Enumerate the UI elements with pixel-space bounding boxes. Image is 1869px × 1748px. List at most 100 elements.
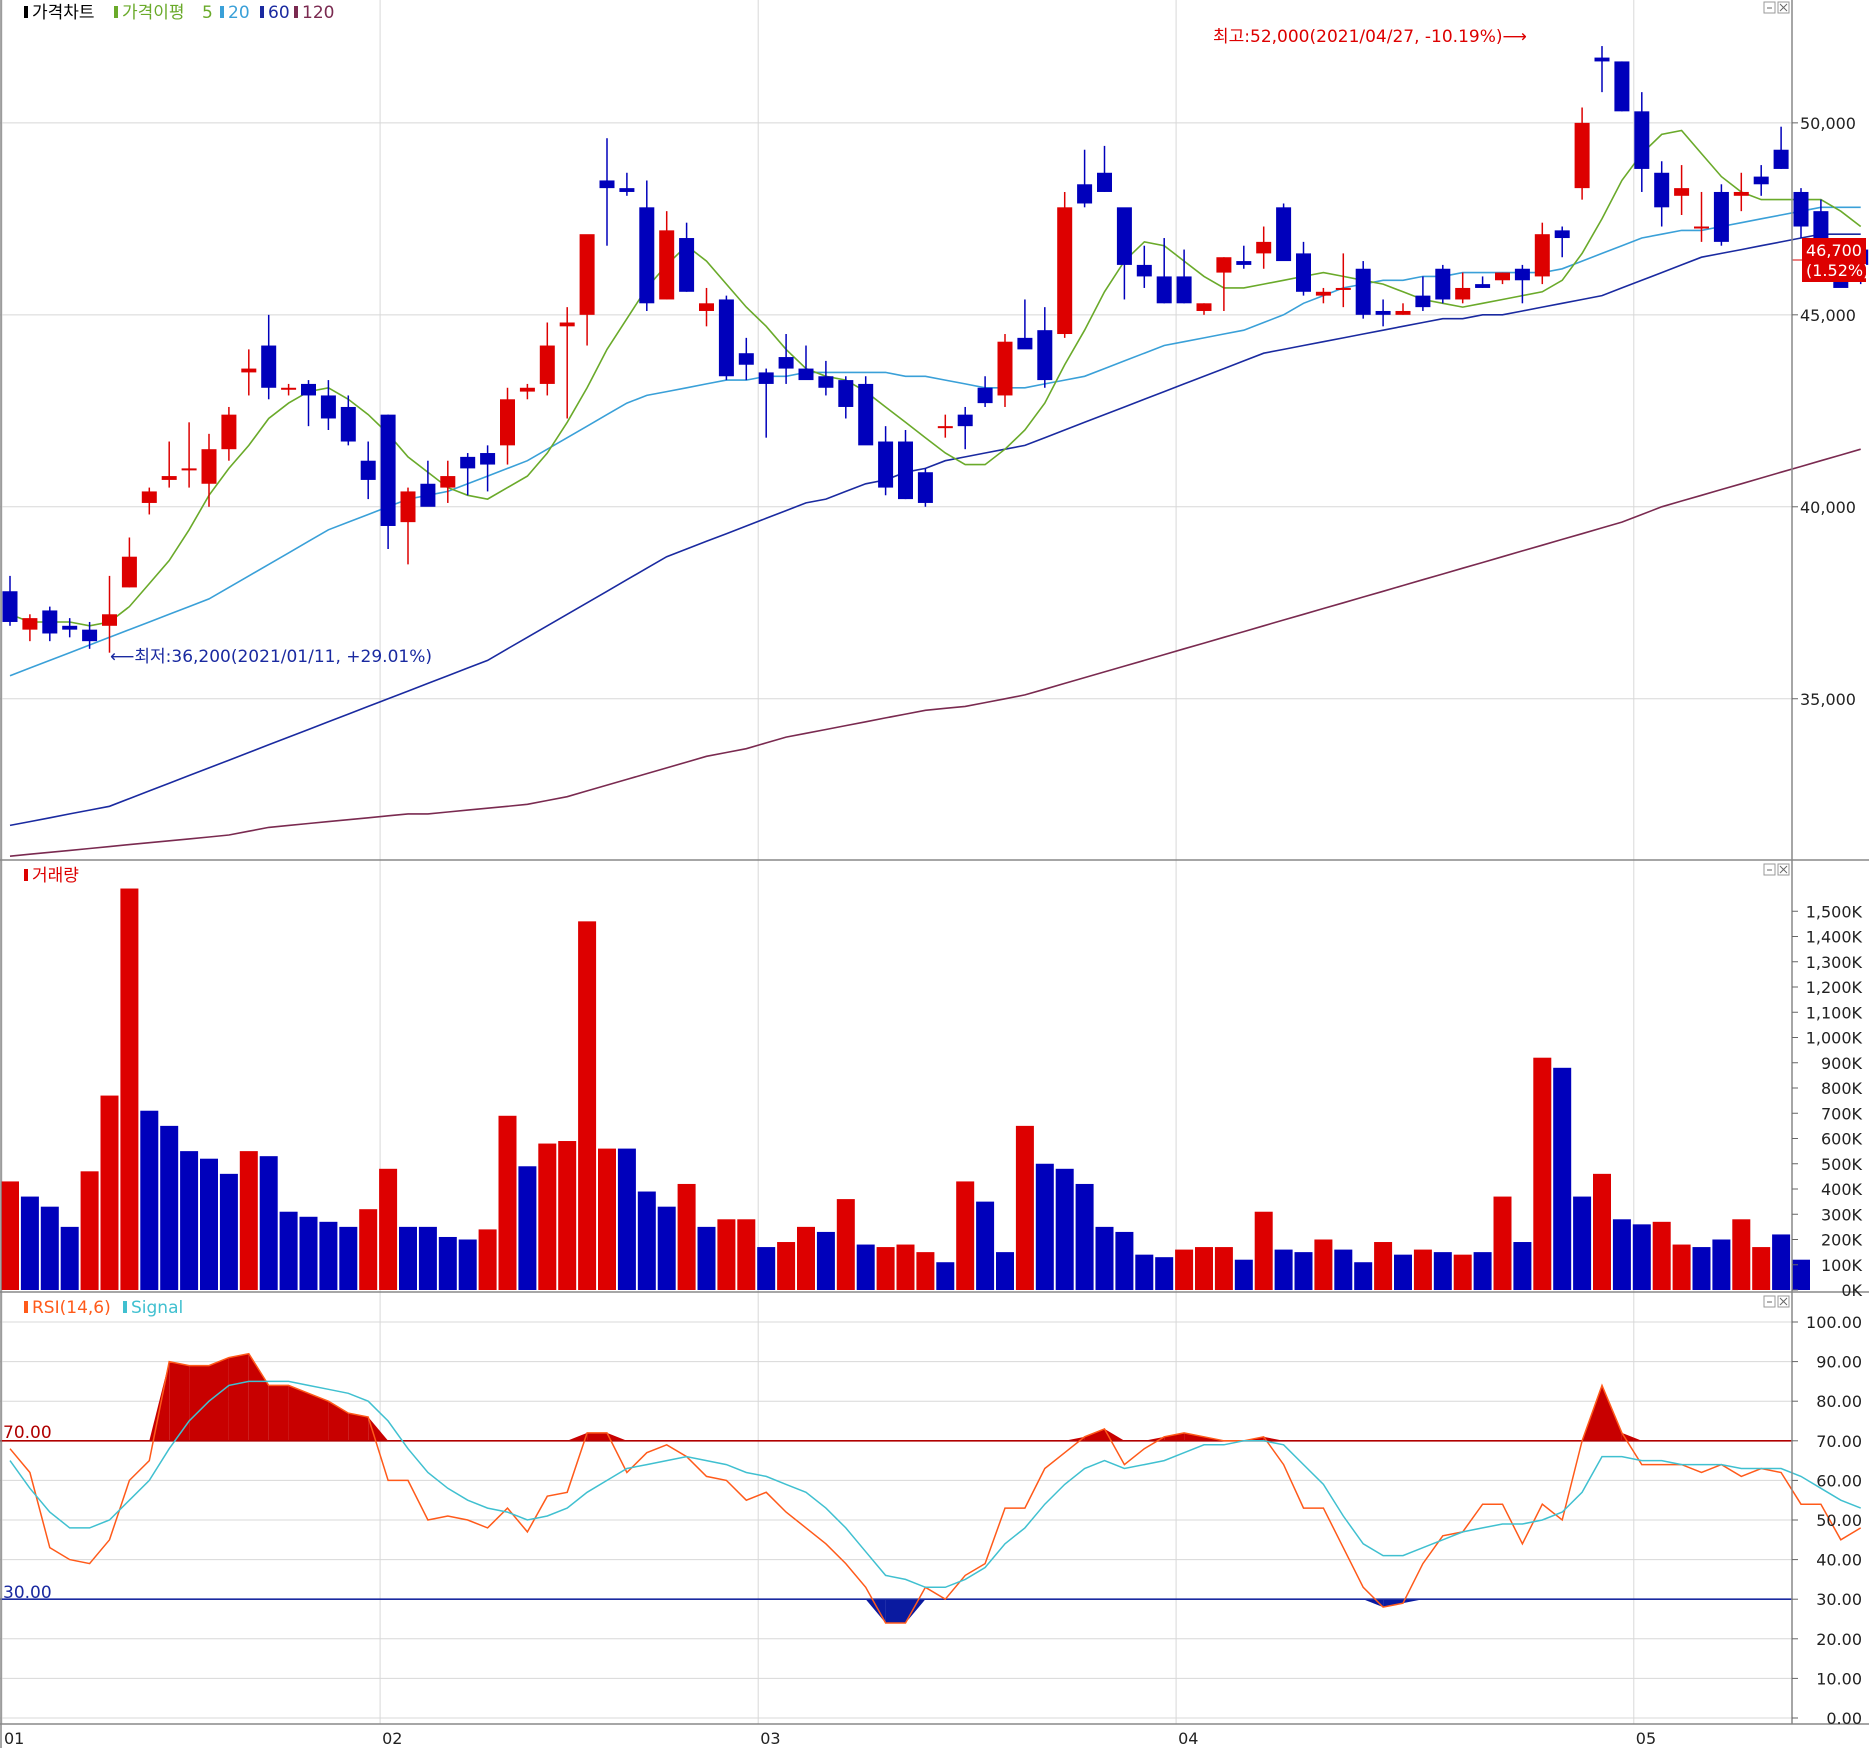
- volume-bar: [339, 1226, 358, 1290]
- candle-body: [1554, 230, 1570, 239]
- rsi-tick-label: 40.00: [1816, 1551, 1862, 1570]
- candle-body: [977, 387, 993, 404]
- volume-bar: [816, 1231, 835, 1290]
- volume-bar: [1055, 1168, 1074, 1290]
- candle-body: [1773, 149, 1789, 169]
- volume-bar: [1612, 1219, 1631, 1290]
- volume-bar: [319, 1221, 338, 1290]
- candle-body: [1713, 191, 1729, 242]
- volume-bar: [498, 1115, 517, 1290]
- price-tick-label: 50,000: [1800, 114, 1856, 133]
- x-tick-label: 04: [1178, 1729, 1198, 1748]
- candle-body: [1017, 337, 1033, 350]
- candle-body: [1634, 111, 1650, 169]
- volume-bar: [518, 1166, 537, 1290]
- volume-bar: [399, 1226, 417, 1290]
- candle-body: [1475, 284, 1491, 288]
- volume-tick-label: 1,500K: [1806, 902, 1863, 921]
- ma20-legend-swatch: [220, 6, 224, 18]
- price-tick-label: 40,000: [1800, 498, 1856, 517]
- candle-body: [181, 468, 197, 471]
- candle-body: [1793, 191, 1809, 227]
- candle-body: [1176, 276, 1192, 304]
- volume-legend: 거래량: [24, 866, 79, 886]
- candle-body: [320, 395, 336, 419]
- candle-body: [1495, 272, 1510, 281]
- volume-bar: [1015, 1125, 1034, 1290]
- candle-body: [241, 368, 257, 373]
- volume-bar: [1692, 1247, 1711, 1290]
- candle-body: [62, 625, 78, 630]
- volume-bar: [956, 1181, 975, 1290]
- volume-bar: [1652, 1221, 1671, 1290]
- candle-body: [917, 472, 933, 503]
- volume-tick-label: 900K: [1821, 1054, 1863, 1073]
- candle-body: [718, 299, 734, 377]
- candle-body: [579, 234, 595, 315]
- price-chart-title: 가격차트: [32, 3, 95, 23]
- rsi-tick-label: 90.00: [1816, 1353, 1862, 1372]
- volume-bar: [438, 1236, 457, 1290]
- candle-body: [420, 483, 436, 507]
- volume-bar: [1374, 1242, 1393, 1290]
- candle-body: [1534, 234, 1550, 277]
- volume-bar: [60, 1226, 79, 1290]
- volume-bar: [797, 1226, 815, 1290]
- rsi-tick-label: 20.00: [1816, 1630, 1862, 1649]
- candle-body: [1097, 172, 1112, 192]
- volume-bar: [120, 888, 139, 1290]
- volume-bar: [1274, 1249, 1293, 1290]
- volume-bar: [777, 1242, 796, 1290]
- rsi-tick-label: 0.00: [1826, 1709, 1862, 1728]
- candle-body: [1415, 295, 1431, 308]
- candle-body: [539, 345, 555, 384]
- candle-body: [141, 491, 157, 503]
- volume-bar: [418, 1226, 437, 1290]
- volume-bar: [558, 1141, 577, 1290]
- volume-bar: [677, 1183, 696, 1290]
- candle-body: [340, 406, 356, 442]
- candle-body: [1654, 172, 1670, 208]
- candle-body: [1037, 330, 1053, 381]
- candle-body: [1435, 268, 1451, 300]
- rsi-overbought-area: [228, 1353, 249, 1441]
- volume-bar: [1195, 1247, 1213, 1290]
- rsi-tick-label: 30.00: [1816, 1590, 1862, 1609]
- volume-bar: [617, 1148, 636, 1290]
- candle-body: [898, 441, 913, 500]
- volume-tick-label: 200K: [1821, 1231, 1863, 1250]
- candle-body: [778, 357, 794, 369]
- volume-bar: [657, 1206, 676, 1290]
- x-tick-label: 03: [760, 1729, 780, 1748]
- volume-bar: [1095, 1226, 1114, 1290]
- x-tick-label: 02: [382, 1729, 402, 1748]
- candle-body: [1375, 310, 1391, 315]
- candle-body: [1355, 268, 1371, 315]
- ma120-legend-swatch: [294, 6, 298, 18]
- candle-body: [937, 426, 953, 429]
- volume-tick-label: 1,300K: [1806, 953, 1863, 972]
- volume-bar: [1772, 1234, 1791, 1290]
- volume-bar: [1413, 1249, 1432, 1290]
- volume-tick-label: 1,100K: [1806, 1003, 1863, 1022]
- candle-body: [659, 230, 675, 300]
- rsi-legend-swatch: [24, 1301, 28, 1313]
- candle-body: [1116, 207, 1132, 265]
- volume-bar: [1214, 1247, 1233, 1290]
- volume-bar: [1115, 1231, 1134, 1290]
- volume-bar: [717, 1219, 736, 1290]
- volume-bar: [219, 1173, 238, 1290]
- price-legend-swatch: [24, 6, 28, 18]
- candle-body: [1455, 287, 1471, 300]
- candle-body: [1156, 276, 1172, 304]
- volume-tick-label: 1,200K: [1806, 978, 1863, 997]
- volume-bar: [1175, 1249, 1194, 1290]
- volume-bar: [1672, 1244, 1691, 1290]
- volume-bar: [40, 1206, 59, 1290]
- candle-body: [42, 610, 58, 634]
- candle-body: [460, 456, 476, 469]
- volume-bar: [578, 921, 597, 1290]
- candle-body: [161, 476, 177, 480]
- candle-body: [1614, 61, 1630, 112]
- volume-bar: [538, 1143, 557, 1290]
